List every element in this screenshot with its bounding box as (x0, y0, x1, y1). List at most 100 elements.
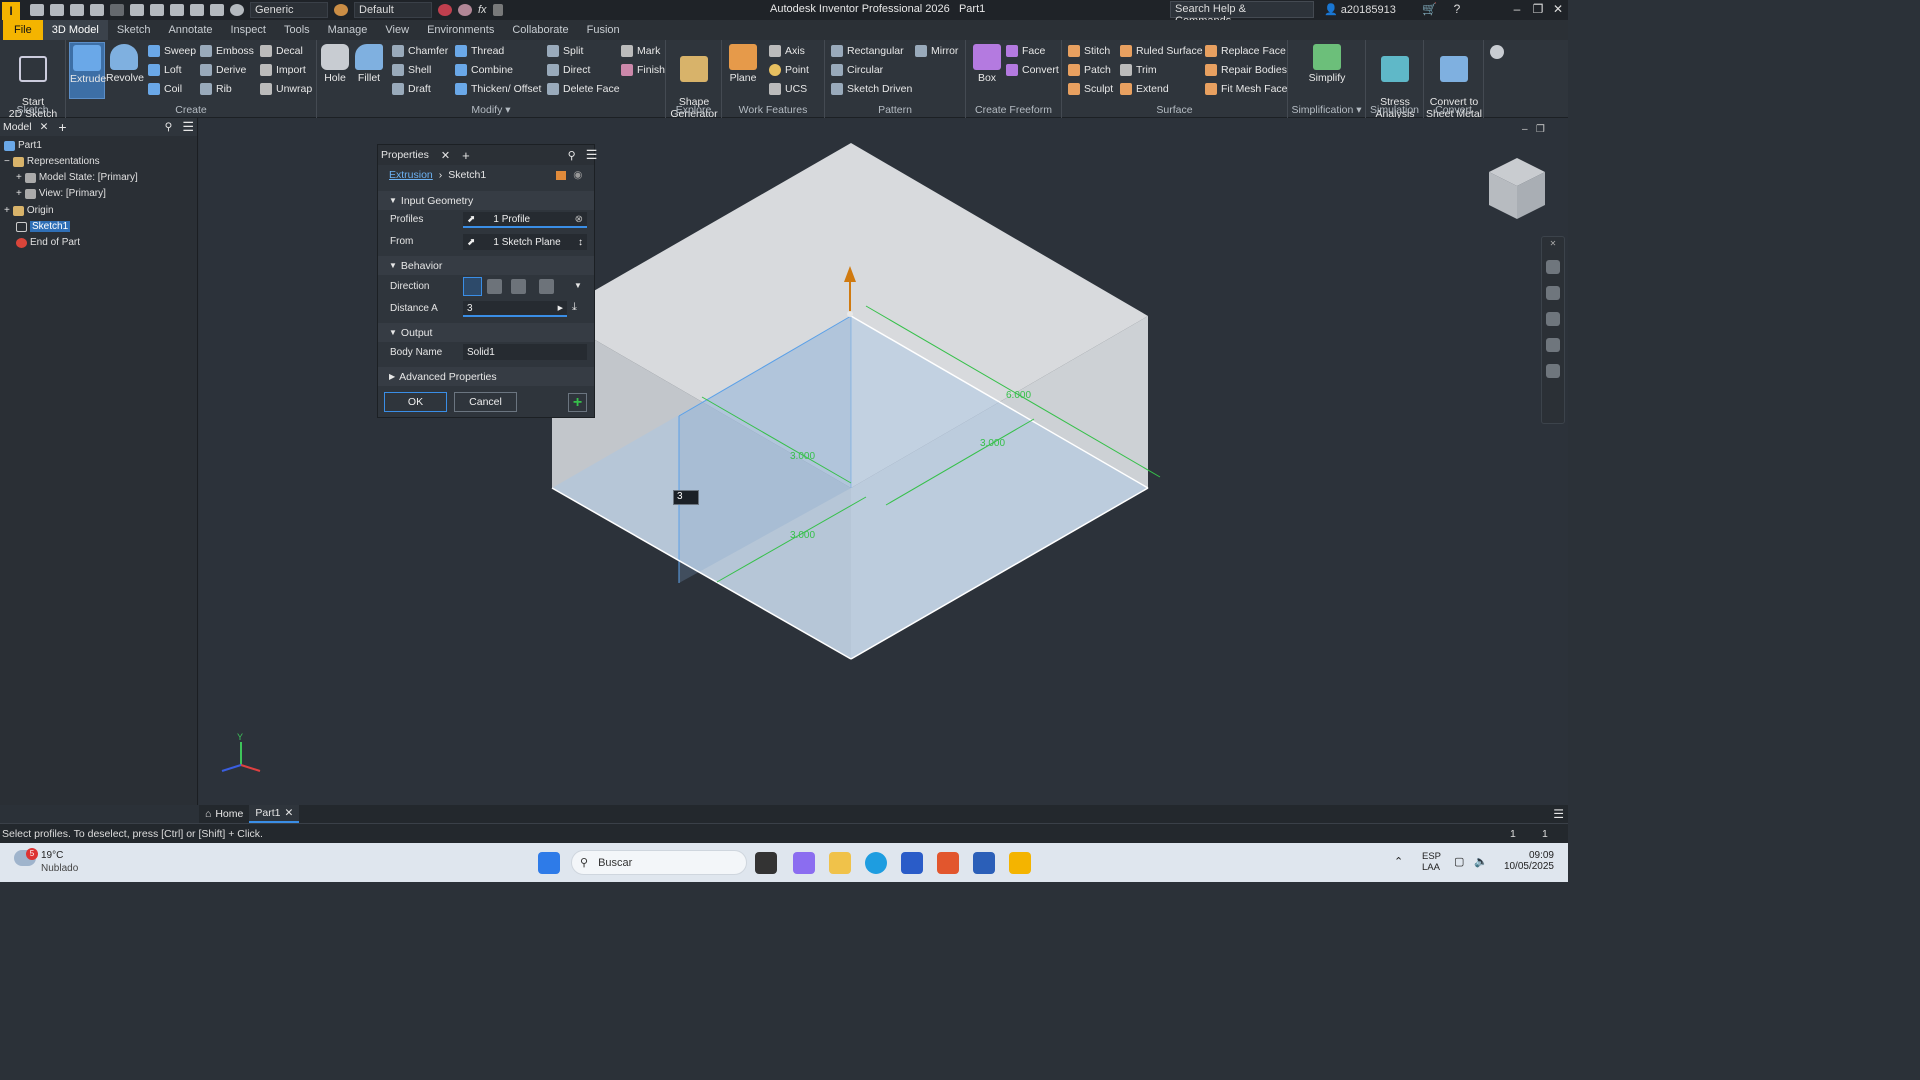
add-browser-icon[interactable]: + (58, 119, 66, 135)
tree-item-part[interactable]: Part1 (4, 140, 42, 151)
edge-icon[interactable] (865, 852, 887, 874)
inventor-taskbar-icon[interactable] (1009, 852, 1031, 874)
inventor-logo[interactable]: I (2, 1, 20, 20)
decal-button[interactable]: Decal (260, 45, 303, 57)
unwrap-button[interactable]: Unwrap (260, 83, 312, 95)
direct-button[interactable]: Direct (547, 64, 590, 76)
distance-a-input[interactable]: 3 ▶ (463, 301, 567, 317)
from-selector[interactable]: ⬈ 1 Sketch Plane ↕ (463, 234, 587, 250)
repair-bodies-button[interactable]: Repair Bodies (1205, 64, 1287, 76)
tab-home[interactable]: ⌂ Home (199, 808, 249, 820)
manipulator-origin[interactable] (847, 311, 853, 317)
heads-up-distance-input[interactable]: 3 (673, 490, 699, 505)
circular-pattern-button[interactable]: Circular (831, 64, 883, 76)
redo-icon[interactable] (110, 4, 124, 16)
ribbon-options-icon[interactable] (1490, 45, 1504, 59)
rectangular-pattern-button[interactable]: Rectangular (831, 45, 904, 57)
windows-start-icon[interactable] (538, 852, 560, 874)
combine-button[interactable]: Combine (455, 64, 513, 76)
sketch-driven-pattern-button[interactable]: Sketch Driven (831, 83, 912, 95)
expand-icon[interactable]: + (16, 188, 22, 199)
apply-plus-button[interactable]: + (568, 393, 587, 412)
tab-fusion[interactable]: Fusion (578, 20, 629, 40)
tree-item-model-state[interactable]: + Model State: [Primary] (16, 172, 138, 183)
replace-face-button[interactable]: Replace Face (1205, 45, 1286, 57)
close-navbar-icon[interactable]: ✕ (1549, 239, 1557, 248)
expand-icon[interactable]: − (4, 156, 10, 167)
network-icon[interactable]: ▢ (1454, 855, 1464, 868)
tree-item-representations[interactable]: − Representations (4, 156, 100, 167)
print-icon[interactable] (150, 4, 164, 16)
import-button[interactable]: Import (260, 64, 306, 76)
tab-view[interactable]: View (376, 20, 418, 40)
orbit-icon[interactable] (1546, 338, 1560, 352)
close-browser-icon[interactable]: ✕ (40, 121, 49, 133)
direction-flipped-icon[interactable] (487, 279, 502, 294)
steering-wheel-icon[interactable] (1546, 260, 1560, 274)
trim-button[interactable]: Trim (1120, 64, 1157, 76)
ucs-button[interactable]: UCS (769, 83, 807, 95)
rib-button[interactable]: Rib (200, 83, 232, 95)
show-hidden-icons-icon[interactable]: ⌃ (1394, 855, 1403, 868)
breadcrumb-extrusion-link[interactable]: Extrusion (389, 169, 433, 181)
cart-icon[interactable]: 🛒 (1422, 2, 1437, 16)
mirror-button[interactable]: Mirror (915, 45, 958, 57)
clear-selection-icon[interactable]: ⊗ (575, 214, 583, 225)
appearance-color-icon[interactable] (334, 4, 348, 16)
search-icon[interactable]: ⚲ (568, 149, 576, 162)
help-search-input[interactable]: Search Help & Commands... (1170, 1, 1314, 27)
file-explorer-icon[interactable] (829, 852, 851, 874)
zoom-icon[interactable] (1546, 312, 1560, 326)
to-icon[interactable]: ⤓ (572, 301, 577, 314)
extend-button[interactable]: Extend (1120, 83, 1169, 95)
visibility-icon[interactable]: ◉ (573, 169, 582, 181)
tab-environments[interactable]: Environments (418, 20, 503, 40)
tree-item-end-of-part[interactable]: End of Part (16, 237, 80, 248)
face-button[interactable]: Face (1006, 45, 1045, 57)
finish-button[interactable]: Finish (621, 64, 665, 76)
color-override-icon[interactable] (438, 4, 452, 16)
patch-button[interactable]: Patch (1068, 64, 1111, 76)
clock[interactable]: 09:09 10/05/2025 (1500, 850, 1554, 872)
direction-default-icon[interactable] (463, 277, 482, 296)
thread-button[interactable]: Thread (455, 45, 504, 57)
tab-inspect[interactable]: Inspect (222, 20, 275, 40)
measure-icon[interactable] (170, 4, 184, 16)
close-properties-icon[interactable]: ✕ (441, 149, 450, 162)
thicken-offset-button[interactable]: Thicken/ Offset (455, 83, 541, 95)
tab-collaborate[interactable]: Collaborate (503, 20, 577, 40)
store-icon[interactable] (901, 852, 923, 874)
tab-part1[interactable]: Part1 ✕ (249, 805, 300, 823)
open-icon[interactable] (50, 4, 64, 16)
cancel-button[interactable]: Cancel (454, 392, 517, 412)
weather-temp[interactable]: 19°C (41, 850, 63, 861)
close-tab-icon[interactable]: ✕ (284, 807, 293, 819)
derive-button[interactable]: Derive (200, 64, 246, 76)
axis-button[interactable]: Axis (769, 45, 805, 57)
material-dropdown[interactable]: Default (354, 2, 432, 18)
minimize-button[interactable]: – (1510, 2, 1524, 16)
chamfer-button[interactable]: Chamfer (392, 45, 448, 57)
search-icon[interactable]: ⚲ (165, 121, 173, 133)
mark-button[interactable]: Mark (621, 45, 660, 57)
section-advanced-properties[interactable]: ▶ Advanced Properties (378, 367, 594, 386)
tab-sketch[interactable]: Sketch (108, 20, 160, 40)
clear-override-icon[interactable] (458, 4, 472, 16)
volume-icon[interactable]: 🔈 (1474, 855, 1488, 868)
viewport-window-controls[interactable]: – ❐ (1522, 124, 1545, 135)
fillet-button[interactable]: Fillet (353, 44, 385, 84)
tab-menu-icon[interactable]: ☰ (1553, 807, 1564, 821)
expand-icon[interactable]: + (4, 205, 10, 216)
sweep-button[interactable]: Sweep (148, 45, 196, 57)
body-name-input[interactable]: Solid1 (463, 344, 587, 360)
panel-label-modify[interactable]: Modify ▾ (317, 104, 665, 116)
tab-3d-model[interactable]: 3D Model (42, 20, 108, 40)
shell-button[interactable]: Shell (392, 64, 431, 76)
tree-item-view[interactable]: + View: [Primary] (16, 188, 106, 199)
delete-face-button[interactable]: Delete Face (547, 83, 620, 95)
extrude-button[interactable]: Extrude (69, 42, 106, 99)
pan-icon[interactable] (1546, 286, 1560, 300)
help-icon[interactable]: ? (1450, 2, 1464, 16)
close-window-button[interactable]: ✕ (1551, 2, 1565, 16)
direction-symmetric-icon[interactable] (511, 279, 526, 294)
